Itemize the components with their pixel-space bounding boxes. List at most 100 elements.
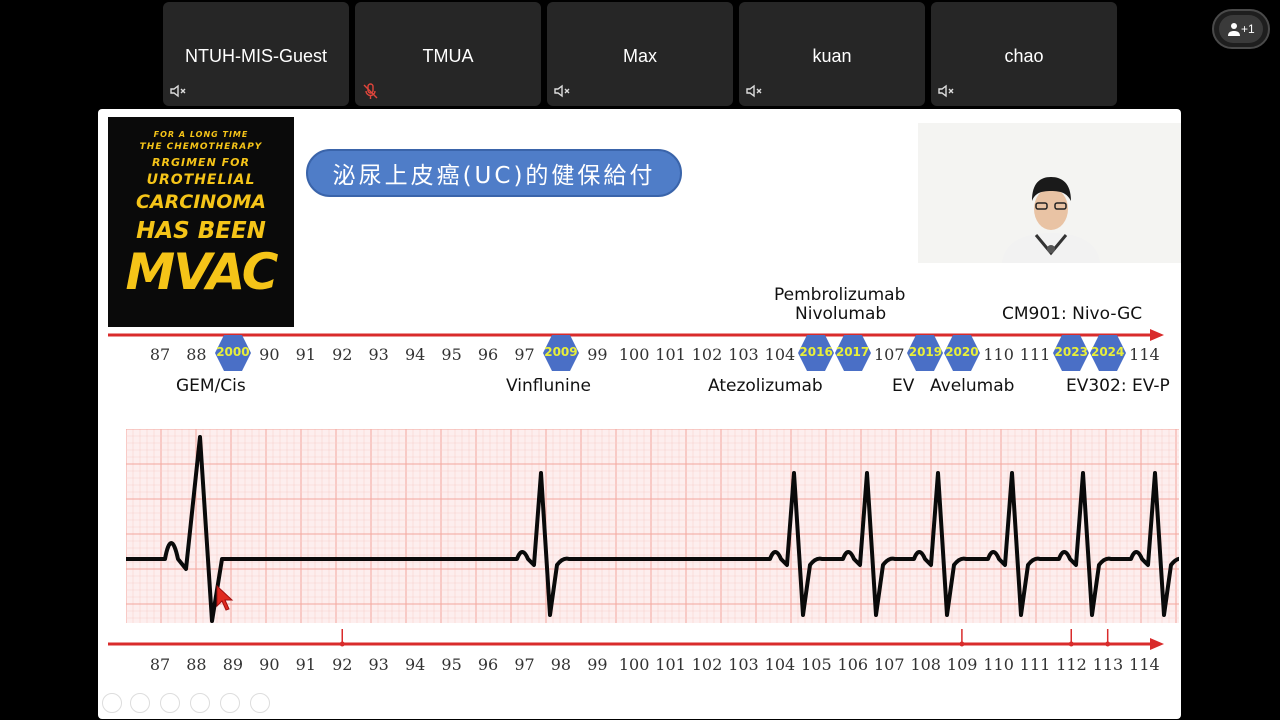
timeline-year-label: 106 <box>837 655 869 674</box>
timeline-year-label: 111 <box>1019 345 1051 364</box>
slide-title: 泌尿上皮癌(UC)的健保給付 <box>306 149 682 197</box>
timeline-year-label: 91 <box>295 655 316 674</box>
timeline-year-label: 104 <box>764 655 796 674</box>
timeline-year-label: 103 <box>728 345 759 364</box>
more-participants-count: +1 <box>1241 22 1255 36</box>
drug-label-ev: EV <box>892 376 915 396</box>
timeline-year-label: 110 <box>983 345 1014 364</box>
event-dot <box>959 641 965 647</box>
timeline-year-label: 92 <box>332 345 353 364</box>
milestone-year: 2023 <box>1054 345 1088 359</box>
presenter-video <box>918 123 1181 263</box>
milestone-year: 2020 <box>945 345 979 359</box>
timeline-year-label: 87 <box>149 345 171 364</box>
timeline-year-label: 95 <box>441 655 462 674</box>
timeline-year-label: 100 <box>618 345 650 364</box>
milestone-year: 2009 <box>544 345 578 359</box>
milestone-year: 2019 <box>908 345 943 359</box>
timeline-year-label: 107 <box>874 345 905 364</box>
speaker-muted-icon <box>938 84 954 98</box>
timeline-year-label: 98 <box>550 655 572 674</box>
participant-tile-3[interactable]: Max <box>547 2 733 106</box>
mouse-pointer-icon <box>216 585 234 611</box>
poster-line: MVAC <box>125 243 279 301</box>
speaker-muted-icon <box>554 84 570 98</box>
ecg-strip <box>126 429 1179 623</box>
participant-name: chao <box>1004 46 1044 66</box>
event-dot <box>1105 641 1111 647</box>
participant-name: TMUA <box>422 46 474 66</box>
more-options-button[interactable] <box>250 693 270 713</box>
milestone-year: 2000 <box>216 345 250 359</box>
milestone-hex-2019: 2019 <box>906 334 944 372</box>
timeline-year-label: 111 <box>1019 655 1051 674</box>
timeline-year-label: 103 <box>728 655 759 674</box>
participant-tile-5[interactable]: chao <box>931 2 1117 106</box>
poster-line: RRGIMEN FOR <box>152 156 250 169</box>
timeline-year-label: 114 <box>1129 345 1160 364</box>
drug-label-ev302: EV302: EV-P <box>1066 376 1170 396</box>
milestone-hex-2017: 2017 <box>834 334 872 372</box>
person-icon <box>1228 23 1240 36</box>
drug-label-nivolumab: Nivolumab <box>795 304 887 324</box>
timeline-year-label: 87 <box>149 655 171 674</box>
prev-slide-button[interactable] <box>102 693 122 713</box>
participant-name: kuan <box>812 46 852 66</box>
milestone-year: 2016 <box>799 345 833 359</box>
timeline-year-label: 101 <box>655 655 686 674</box>
milestone-hex-2020: 2020 <box>943 334 981 372</box>
milestone-hex-2024: 2024 <box>1089 334 1127 372</box>
participant-tile-2[interactable]: TMUA <box>355 2 541 106</box>
mic-muted-icon <box>363 83 378 99</box>
pen-tool-button[interactable] <box>160 693 180 713</box>
timeline-year-label: 94 <box>404 345 426 364</box>
poster-line: THE CHEMOTHERAPY <box>139 142 263 152</box>
timeline-year-label: 94 <box>404 655 426 674</box>
timeline-year-label: 102 <box>691 655 723 674</box>
slides-grid-button[interactable] <box>190 693 210 713</box>
timeline-year-label: 93 <box>368 655 389 674</box>
timeline-year-label: 109 <box>946 655 978 674</box>
timeline-year-label: 92 <box>332 655 353 674</box>
presenter-figure-icon <box>1002 177 1100 263</box>
timeline-year-label: 104 <box>764 345 796 364</box>
timeline-year-label: 112 <box>1056 655 1087 674</box>
timeline-year-label: 96 <box>477 655 499 674</box>
timeline-year-label: 107 <box>874 655 905 674</box>
more-participants-pill: +1 <box>1219 15 1263 43</box>
milestone-year: 2017 <box>835 345 870 359</box>
more-participants-button[interactable]: +1 <box>1212 9 1270 49</box>
timeline-year-label: 113 <box>1092 655 1124 674</box>
next-slide-button[interactable] <box>130 693 150 713</box>
participant-tile-4[interactable]: kuan <box>739 2 925 106</box>
timeline-year-label: 89 <box>222 655 244 674</box>
zoom-button[interactable] <box>220 693 240 713</box>
timeline-year-label: 97 <box>514 655 535 674</box>
poster-line: CARCINOMA <box>136 191 266 213</box>
poster-line: FOR A LONG TIME <box>153 130 249 139</box>
timeline-year-label: 93 <box>368 345 389 364</box>
mvac-poster: FOR A LONG TIME THE CHEMOTHERAPY RRGIMEN… <box>108 117 294 327</box>
speaker-muted-icon <box>170 84 186 98</box>
poster-line: UROTHELIAL <box>146 172 256 188</box>
timeline-year-label: 102 <box>691 345 723 364</box>
drug-label-cm901: CM901: Nivo-GC <box>1002 304 1143 324</box>
timeline-year-label: 114 <box>1129 655 1160 674</box>
timeline-year-label: 91 <box>295 345 316 364</box>
milestone-hex-2000: 2000 <box>214 334 252 372</box>
milestone-hex-2023: 2023 <box>1052 334 1090 372</box>
participant-tile-1[interactable]: NTUH-MIS-Guest <box>163 2 349 106</box>
timeline-year-label: 105 <box>801 655 832 674</box>
participant-name: NTUH-MIS-Guest <box>184 46 327 66</box>
shared-slide: FOR A LONG TIME THE CHEMOTHERAPY RRGIMEN… <box>98 109 1181 719</box>
timeline-year-label: 100 <box>618 655 650 674</box>
timeline-year-label: 99 <box>587 655 608 674</box>
timeline-arrow-top <box>108 329 1164 341</box>
milestone-year: 2024 <box>1090 345 1125 359</box>
drug-label-pembrolizumab: Pembrolizumab <box>774 285 906 305</box>
timeline-year-label: 96 <box>477 345 499 364</box>
milestone-hex-2016: 2016 <box>797 334 835 372</box>
timeline-year-label: 110 <box>983 655 1014 674</box>
timeline-year-label: 88 <box>186 655 207 674</box>
drug-label-avelumab: Avelumab <box>930 376 1015 396</box>
